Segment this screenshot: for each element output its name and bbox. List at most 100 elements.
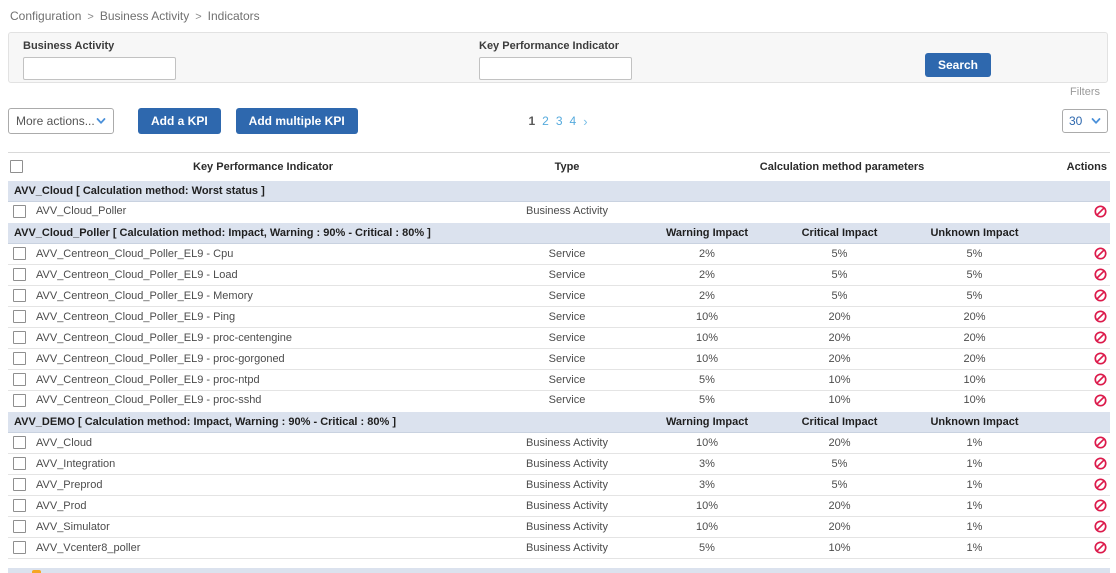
business-activity-label: Business Activity (23, 40, 176, 52)
kpi-name: AVV_Prod (34, 495, 492, 516)
header-actions: Actions (1042, 153, 1110, 181)
row-checkbox[interactable] (13, 310, 26, 323)
unknown-impact-header (907, 180, 1042, 201)
warning-impact-value: 10% (642, 327, 772, 348)
row-checkbox[interactable] (13, 247, 26, 260)
kpi-name: AVV_Vcenter8_poller (34, 537, 492, 558)
critical-impact-value: 20% (772, 432, 907, 453)
table-row: AVV_Prod Business Activity 10% 20% 1% (8, 495, 1110, 516)
row-checkbox[interactable] (13, 205, 26, 218)
row-checkbox[interactable] (13, 268, 26, 281)
unknown-impact-value: 1% (907, 495, 1042, 516)
kpi-type: Business Activity (492, 474, 642, 495)
more-actions-select[interactable]: More actions... (8, 108, 114, 134)
delete-ban-icon[interactable] (1094, 310, 1107, 323)
search-button[interactable]: Search (925, 53, 991, 77)
kpi-type: Service (492, 369, 642, 390)
unknown-impact-value: 1% (907, 516, 1042, 537)
kpi-type: Business Activity (492, 201, 642, 222)
row-checkbox[interactable] (13, 373, 26, 386)
row-checkbox[interactable] (13, 436, 26, 449)
warning-impact-value: 10% (642, 348, 772, 369)
row-checkbox[interactable] (13, 289, 26, 302)
table-header-row: Key Performance Indicator Type Calculati… (8, 153, 1110, 181)
page-4[interactable]: 4 (570, 114, 577, 128)
critical-impact-value: 10% (772, 369, 907, 390)
group-actions-cell (1042, 180, 1110, 201)
table-row: AVV_Centreon_Cloud_Poller_EL9 - proc-gor… (8, 348, 1110, 369)
kpi-type: Service (492, 306, 642, 327)
group-header-row: AVV_DEMO [ Calculation method: Impact, W… (8, 411, 1110, 432)
kpi-type: Service (492, 327, 642, 348)
critical-impact-value (772, 201, 907, 222)
breadcrumb-item-business-activity[interactable]: Business Activity (100, 9, 189, 23)
delete-ban-icon[interactable] (1094, 247, 1107, 260)
kpi-type: Service (492, 390, 642, 411)
row-checkbox[interactable] (13, 457, 26, 470)
kpi-name: AVV_Centreon_Cloud_Poller_EL9 - proc-ssh… (34, 390, 492, 411)
delete-ban-icon[interactable] (1094, 520, 1107, 533)
select-all-checkbox[interactable] (10, 160, 23, 173)
kpi-type: Business Activity (492, 495, 642, 516)
page-3[interactable]: 3 (556, 114, 563, 128)
kpi-type: Service (492, 285, 642, 306)
unknown-impact-value (907, 201, 1042, 222)
filters-link[interactable]: Filters (1070, 86, 1100, 98)
critical-impact-value: 5% (772, 243, 907, 264)
unknown-impact-value: 20% (907, 306, 1042, 327)
more-actions-label: More actions... (16, 114, 95, 128)
delete-ban-icon[interactable] (1094, 478, 1107, 491)
table-row: AVV_Integration Business Activity 3% 5% … (8, 453, 1110, 474)
next-page-icon[interactable]: › (583, 115, 587, 128)
kpi-type: Business Activity (492, 537, 642, 558)
critical-impact-value: 5% (772, 264, 907, 285)
delete-ban-icon[interactable] (1094, 499, 1107, 512)
group-actions-cell (1042, 222, 1110, 243)
add-kpi-button[interactable]: Add a KPI (138, 108, 221, 134)
delete-ban-icon[interactable] (1094, 268, 1107, 281)
warning-impact-value: 10% (642, 516, 772, 537)
kpi-name: AVV_Cloud_Poller (34, 201, 492, 222)
add-multiple-kpi-button[interactable]: Add multiple KPI (236, 108, 358, 134)
delete-ban-icon[interactable] (1094, 331, 1107, 344)
critical-impact-value: 5% (772, 474, 907, 495)
pagination: 1 2 3 4 › (528, 114, 587, 128)
business-activity-input[interactable] (23, 57, 176, 80)
warning-impact-value (642, 201, 772, 222)
unknown-impact-value: 1% (907, 537, 1042, 558)
row-checkbox[interactable] (13, 499, 26, 512)
row-checkbox[interactable] (13, 331, 26, 344)
unknown-impact-header: Unknown Impact (907, 411, 1042, 432)
kpi-filter-input[interactable] (479, 57, 632, 80)
critical-impact-value: 20% (772, 516, 907, 537)
kpi-name: AVV_Preprod (34, 474, 492, 495)
delete-ban-icon[interactable] (1094, 352, 1107, 365)
row-checkbox[interactable] (13, 352, 26, 365)
row-checkbox[interactable] (13, 478, 26, 491)
row-checkbox[interactable] (13, 520, 26, 533)
breadcrumb-item-configuration[interactable]: Configuration (10, 9, 81, 23)
table-row: AVV_Simulator Business Activity 10% 20% … (8, 516, 1110, 537)
delete-ban-icon[interactable] (1094, 394, 1107, 407)
delete-ban-icon[interactable] (1094, 205, 1107, 218)
row-checkbox[interactable] (13, 394, 26, 407)
kpi-name: AVV_Centreon_Cloud_Poller_EL9 - Cpu (34, 243, 492, 264)
delete-ban-icon[interactable] (1094, 436, 1107, 449)
unknown-impact-value: 5% (907, 264, 1042, 285)
page-1[interactable]: 1 (528, 114, 535, 128)
page-size-select[interactable]: 30 (1062, 109, 1108, 133)
chevron-down-icon (96, 116, 106, 126)
page-2[interactable]: 2 (542, 114, 549, 128)
delete-ban-icon[interactable] (1094, 541, 1107, 554)
kpi-type: Service (492, 264, 642, 285)
row-checkbox[interactable] (13, 541, 26, 554)
unknown-impact-value: 5% (907, 285, 1042, 306)
delete-ban-icon[interactable] (1094, 457, 1107, 470)
header-calc-method: Calculation method parameters (642, 153, 1042, 181)
delete-ban-icon[interactable] (1094, 289, 1107, 302)
header-kpi: Key Performance Indicator (34, 153, 492, 181)
warning-impact-header (642, 180, 772, 201)
delete-ban-icon[interactable] (1094, 373, 1107, 386)
group-label: AVV_Cloud [ Calculation method: Worst st… (8, 180, 642, 201)
warning-impact-value: 2% (642, 285, 772, 306)
